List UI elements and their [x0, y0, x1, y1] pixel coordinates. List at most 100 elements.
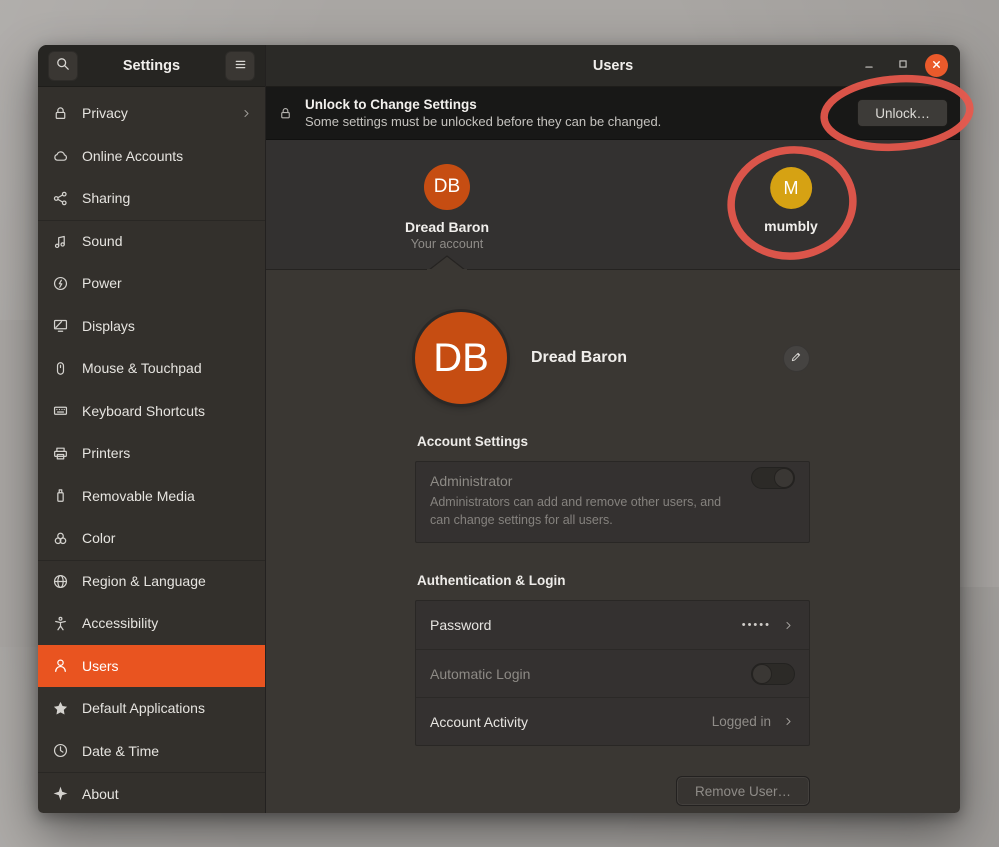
- star-icon: [52, 700, 69, 717]
- maximize-icon: [896, 57, 910, 74]
- app-title: Settings: [78, 58, 225, 74]
- sidebar-item-color[interactable]: Color: [38, 517, 265, 560]
- sidebar-item-label: Users: [82, 658, 119, 674]
- user-avatar: DB: [424, 164, 470, 210]
- sidebar-item-label: Privacy: [82, 105, 128, 121]
- carousel-user-name: Dread Baron: [405, 219, 489, 235]
- cloud-icon: [52, 147, 69, 164]
- power-icon: [52, 275, 69, 292]
- selected-user-pointer: [427, 255, 467, 270]
- row-administrator-toggle[interactable]: [751, 467, 795, 489]
- main-area: Users Unlock t: [266, 45, 960, 813]
- row-automatic-login-toggle[interactable]: [751, 663, 795, 685]
- sidebar-item-mouse-touchpad[interactable]: Mouse & Touchpad: [38, 347, 265, 390]
- row-value: •••••: [742, 619, 771, 631]
- toggle-knob: [752, 664, 772, 684]
- sidebar-item-label: Printers: [82, 445, 130, 461]
- unlock-banner-text: Unlock to Change Settings Some settings …: [305, 97, 661, 129]
- globe-icon: [52, 573, 69, 590]
- lock-icon: [52, 105, 69, 122]
- settings-card: AdministratorAdministrators can add and …: [415, 461, 810, 543]
- unlock-banner: Unlock to Change Settings Some settings …: [266, 87, 960, 140]
- search-icon: [55, 56, 71, 75]
- sidebar-item-removable-media[interactable]: Removable Media: [38, 475, 265, 518]
- row-automatic-login: Automatic Login: [416, 649, 809, 697]
- remove-user-row: Remove User…: [415, 776, 810, 806]
- lock-icon: [278, 106, 293, 121]
- chevron-right-icon: [782, 715, 795, 728]
- sidebar-item-printers[interactable]: Printers: [38, 432, 265, 475]
- sidebar-item-power[interactable]: Power: [38, 262, 265, 305]
- row-title: Automatic Login: [430, 666, 530, 682]
- search-button[interactable]: [48, 51, 78, 81]
- user-panel-column: DB Dread Baron Account Settings Administr…: [415, 270, 810, 806]
- sidebar-item-privacy[interactable]: Privacy: [38, 92, 265, 135]
- hamburger-menu-icon: [233, 57, 248, 75]
- sidebar-item-label: Displays: [82, 318, 135, 334]
- sidebar-item-label: Keyboard Shortcuts: [82, 403, 205, 419]
- sidebar-item-label: About: [82, 786, 119, 802]
- row-administrator: AdministratorAdministrators can add and …: [416, 462, 809, 542]
- user-panel: DB Dread Baron Account Settings Administr…: [266, 270, 960, 813]
- keyboard-icon: [52, 402, 69, 419]
- row-value: Logged in: [712, 714, 771, 729]
- color-icon: [52, 530, 69, 547]
- sidebar-item-label: Online Accounts: [82, 148, 183, 164]
- sidebar-item-label: Color: [82, 530, 115, 546]
- clock-icon: [52, 742, 69, 759]
- sidebar-header: Settings: [38, 45, 265, 87]
- sparkle-icon: [52, 785, 69, 802]
- settings-window: Settings Privacy Online Accounts Sharing So…: [38, 45, 960, 813]
- maximize-button[interactable]: [891, 54, 915, 78]
- share-icon: [52, 190, 69, 207]
- sound-icon: [52, 233, 69, 250]
- row-password[interactable]: Password •••••: [416, 601, 809, 649]
- sidebar-item-date-time[interactable]: Date & Time: [38, 730, 265, 773]
- sidebar-item-label: Sharing: [82, 190, 130, 206]
- user-avatar[interactable]: DB: [415, 312, 507, 404]
- sidebar-item-users[interactable]: Users: [38, 645, 265, 688]
- sidebar-item-label: Mouse & Touchpad: [82, 360, 202, 376]
- printer-icon: [52, 445, 69, 462]
- sidebar-item-sharing[interactable]: Sharing: [38, 177, 265, 220]
- sidebar-list: Privacy Online Accounts Sharing Sound Power D…: [38, 87, 265, 813]
- sidebar-item-label: Region & Language: [82, 573, 206, 589]
- sidebar-item-keyboard-shortcuts[interactable]: Keyboard Shortcuts: [38, 390, 265, 433]
- chevron-right-icon: [240, 107, 253, 120]
- sidebar-item-sound[interactable]: Sound: [38, 220, 265, 263]
- unlock-banner-subtitle: Some settings must be unlocked before th…: [305, 114, 661, 129]
- sidebar-item-label: Default Applications: [82, 700, 205, 716]
- carousel-user-dread-baron[interactable]: DB Dread Baron Your account: [405, 164, 489, 251]
- close-button[interactable]: [925, 54, 948, 77]
- carousel-user-name: mumbly: [764, 218, 818, 234]
- settings-card: Password ••••• Automatic Login Account Acti…: [415, 600, 810, 746]
- row-title: Password: [430, 617, 491, 633]
- row-account-activity[interactable]: Account ActivityLogged in: [416, 697, 809, 745]
- desktop-background: Settings Privacy Online Accounts Sharing So…: [0, 0, 999, 847]
- carousel-user-subtitle: Your account: [405, 237, 489, 251]
- remove-user-button[interactable]: Remove User…: [676, 776, 810, 806]
- page-title: Users: [266, 58, 960, 74]
- sidebar-item-displays[interactable]: Displays: [38, 305, 265, 348]
- sidebar-item-region-language[interactable]: Region & Language: [38, 560, 265, 603]
- pencil-icon: [790, 350, 803, 366]
- menu-button[interactable]: [225, 51, 255, 81]
- sidebar-item-label: Date & Time: [82, 743, 159, 759]
- edit-name-button[interactable]: [783, 345, 810, 372]
- carousel-user-mumbly[interactable]: Mmumbly: [764, 167, 818, 234]
- window-controls: [857, 54, 960, 78]
- accessibility-icon: [52, 615, 69, 632]
- sidebar-item-accessibility[interactable]: Accessibility: [38, 602, 265, 645]
- section-heading: Account Settings: [417, 434, 810, 451]
- toggle-knob: [774, 468, 794, 488]
- sidebar-item-online-accounts[interactable]: Online Accounts: [38, 135, 265, 178]
- titlebar: Users: [266, 45, 960, 87]
- sidebar-item-label: Power: [82, 275, 122, 291]
- sidebar: Settings Privacy Online Accounts Sharing So…: [38, 45, 266, 813]
- minimize-icon: [862, 57, 876, 74]
- sidebar-item-about[interactable]: About: [38, 772, 265, 813]
- minimize-button[interactable]: [857, 54, 881, 78]
- user-full-name: Dread Baron: [531, 349, 627, 367]
- sidebar-item-default-applications[interactable]: Default Applications: [38, 687, 265, 730]
- unlock-button[interactable]: Unlock…: [857, 99, 948, 127]
